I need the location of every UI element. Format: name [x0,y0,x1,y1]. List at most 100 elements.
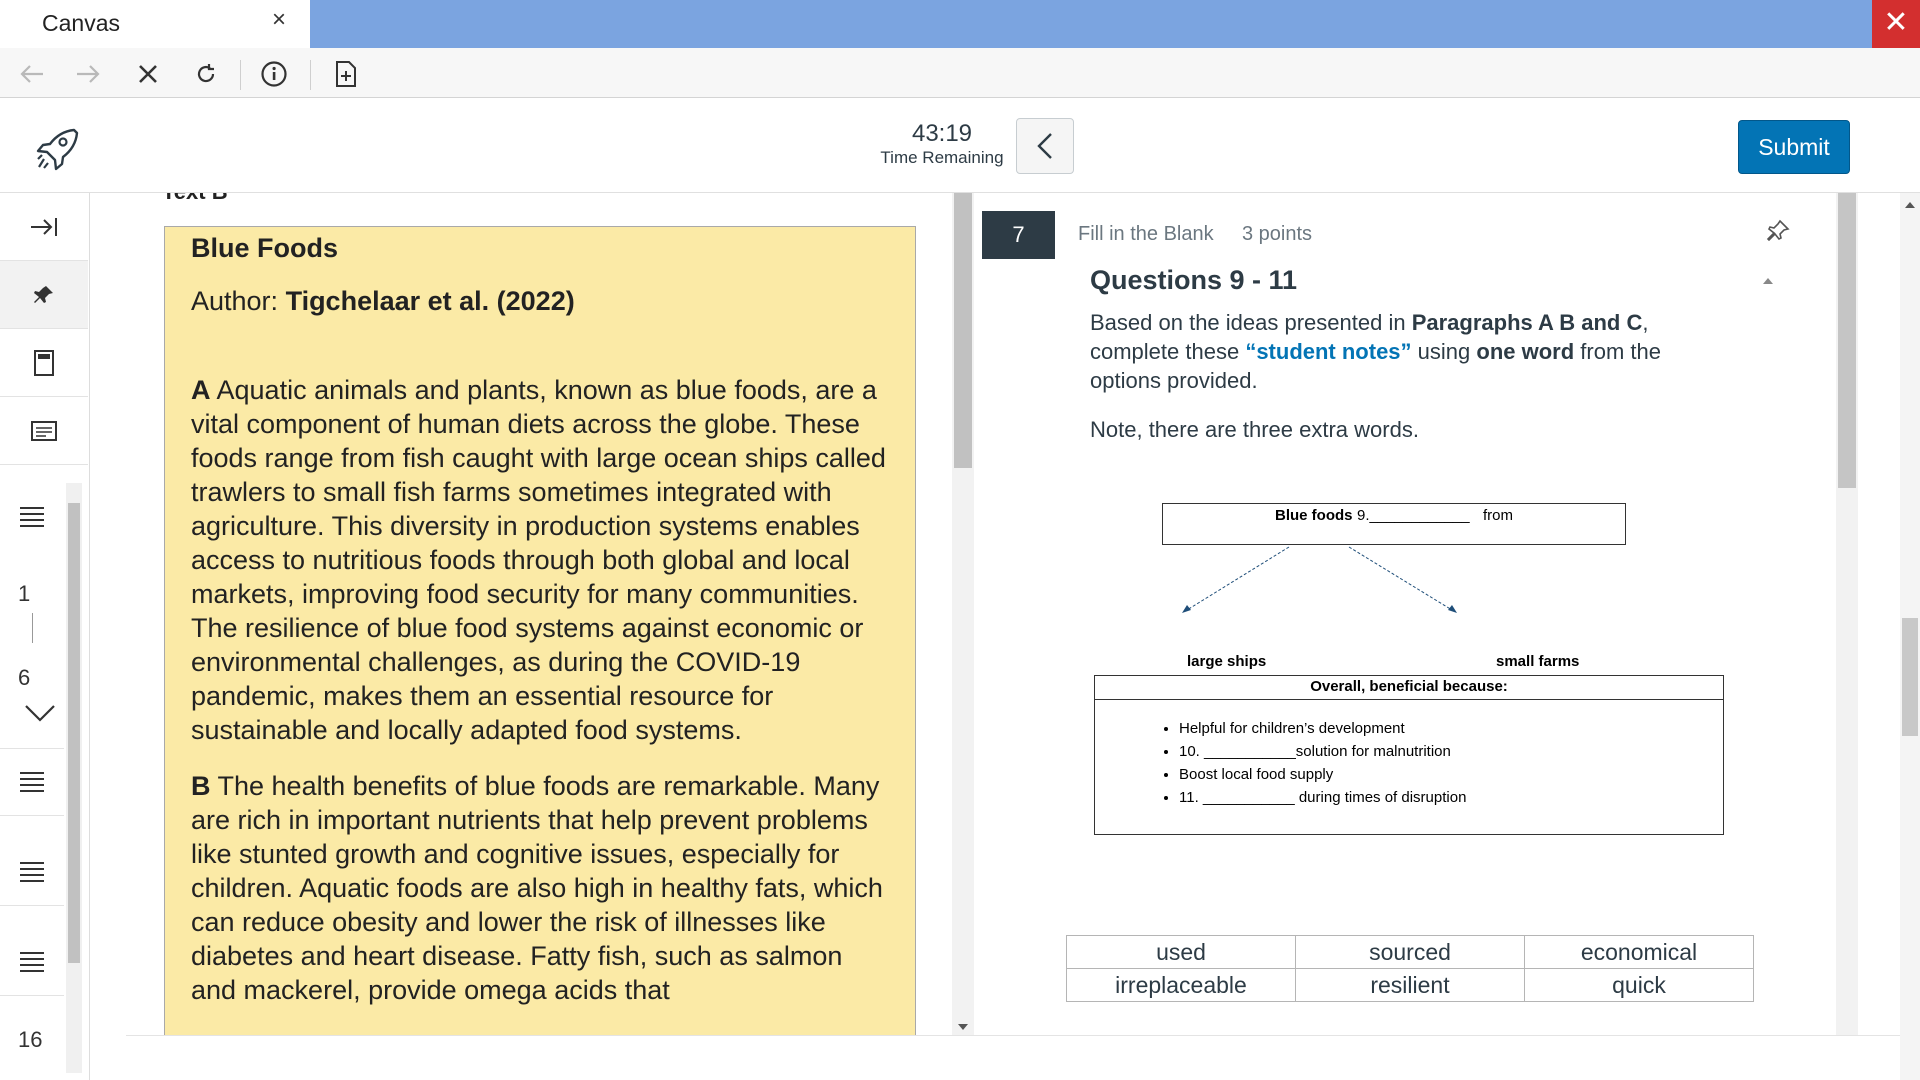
q-text-bold-1: Paragraphs A B and C [1411,310,1643,335]
notes-tool-button[interactable] [0,397,88,465]
window-close-button[interactable]: ✕ [1872,0,1920,48]
window-title-bar: Canvas × ✕ [0,0,1920,48]
diagram-bullet: Helpful for children’s development [1179,718,1723,741]
question-instructions: Based on the ideas presented in Paragrap… [1090,308,1730,395]
word-bank-cell: sourced [1295,935,1525,969]
timer-label: Time Remaining [880,148,1004,167]
question-body: Questions 9 - 11 Based on the ideas pres… [1090,265,1730,443]
diagram-bottom-box: Overall, beneficial because: Helpful for… [1094,675,1724,835]
reading-scrollbar[interactable] [952,193,974,1035]
rail-scrollbar-thumb[interactable] [68,503,80,963]
student-notes-diagram: Blue foods 9.____________ from large shi… [1094,503,1744,903]
forward-arrow-icon[interactable] [70,56,106,92]
reading-pane: Text B Blue Foods Author: Tigchelaar et … [126,193,976,1035]
text-view-button-2[interactable] [0,838,64,906]
page-scrollbar[interactable] [1900,193,1920,1080]
rail-page-end[interactable]: 6 [18,665,30,691]
back-arrow-icon[interactable] [14,56,50,92]
diagram-top-from: from [1483,507,1513,524]
expand-panel-button[interactable] [0,193,88,261]
paragraph-b-letter: B [191,771,211,801]
app-root: Canvas × ✕ 43:19 Time Remaining Submit 1… [0,0,1920,1080]
author-name: Tigchelaar et al. (2022) [285,286,575,316]
scroll-down-arrow-icon[interactable] [957,1023,969,1031]
notepad-icon [31,420,57,441]
word-bank-row: used sourced economical [1066,935,1754,969]
question-scrollbar-thumb[interactable] [1838,193,1856,488]
text-lines-icon [20,951,44,972]
paragraph-b-text: The health benefits of blue foods are re… [191,771,883,1005]
question-heading: Questions 9 - 11 [1090,265,1298,295]
section-label: Text B [162,193,228,205]
paragraph-a: A Aquatic animals and plants, known as b… [191,373,889,747]
info-icon[interactable] [256,56,292,92]
align-text-button[interactable] [0,483,64,551]
paragraph-a-letter: A [191,375,211,405]
timer-value: 43:19 [911,120,973,147]
flag-question-icon[interactable] [1766,219,1790,248]
toolbar-separator [240,60,241,90]
tool-rail: 1 6 16 [0,193,90,1080]
page-scrollbar-thumb[interactable] [1902,618,1918,736]
pin-tool-button[interactable] [0,261,88,329]
word-bank-table: used sourced economical irreplaceable re… [1066,935,1754,1002]
inner-scroll-up-arrow-icon[interactable] [1762,277,1774,285]
diagram-blank-9: 9.____________ [1357,507,1470,524]
reading-scrollbar-thumb[interactable] [954,193,972,468]
word-bank-cell: economical [1524,935,1754,969]
diagram-right-label: small farms [1496,653,1580,670]
tab-close-icon[interactable]: × [272,6,286,34]
scroll-up-arrow-icon[interactable] [1904,201,1916,209]
question-scrollbar[interactable] [1836,193,1858,1073]
bottom-strip [126,1035,1900,1080]
word-bank-cell: irreplaceable [1066,968,1296,1002]
diagram-bullet: Boost local food supply [1179,764,1723,787]
diagram-top-label: Blue foods [1275,507,1353,524]
paragraph-b: B The health benefits of blue foods are … [191,769,889,1007]
diagram-bullet-list: Helpful for children’s development 10. _… [1179,718,1723,810]
diagram-top-box: Blue foods 9.____________ from [1162,503,1626,545]
text-lines-icon [20,507,44,527]
diagram-left-label: large ships [1187,653,1267,670]
reload-icon[interactable] [188,56,224,92]
browser-tab[interactable]: Canvas × [0,0,310,48]
diagram-bullet-blank-10: 10. ___________solution for malnutrition [1179,741,1723,764]
q-text-3: using [1411,339,1477,364]
add-page-icon[interactable] [328,56,364,92]
diagram-bullet-blank-11: 11. ___________ during times of disrupti… [1179,787,1723,810]
q-text-blue: “student notes” [1245,339,1412,364]
chevron-down-icon[interactable] [24,703,56,728]
calculator-tool-button[interactable] [0,329,88,397]
text-view-button[interactable] [0,748,64,816]
rail-page-next[interactable]: 16 [18,1027,42,1053]
diagram-bottom-heading: Overall, beneficial because: [1095,676,1723,700]
word-bank-row: irreplaceable resilient quick [1066,968,1754,1002]
q-text-1: Based on the ideas presented in [1090,310,1412,335]
question-pane: 7 Fill in the Blank 3 points Questions 9… [982,193,1862,1073]
paragraph-a-text: Aquatic animals and plants, known as blu… [191,375,886,745]
rail-range-line [32,613,33,643]
quiz-header: 43:19 Time Remaining Submit [0,98,1920,193]
text-lines-icon [20,861,44,882]
text-lines-icon [20,772,44,792]
pin-icon [34,285,53,303]
stop-icon[interactable] [130,56,166,92]
diagram-arrows [1182,546,1457,613]
text-view-button-3[interactable] [0,928,64,996]
quiz-timer: 43:19 Time Remaining [872,120,1012,168]
rail-scrollbar[interactable] [66,483,82,1073]
browser-toolbar [0,48,1920,98]
submit-button[interactable]: Submit [1738,120,1850,174]
rail-page-start[interactable]: 1 [18,581,30,607]
passage-box: Blue Foods Author: Tigchelaar et al. (20… [164,226,916,1035]
rocket-icon [34,126,80,172]
word-bank-cell: quick [1524,968,1754,1002]
author-prefix: Author: [191,286,286,316]
word-bank-cell: resilient [1295,968,1525,1002]
passage-author: Author: Tigchelaar et al. (2022) [191,286,889,317]
question-note: Note, there are three extra words. [1090,417,1419,442]
collapse-timer-button[interactable] [1016,118,1074,174]
question-type: Fill in the Blank [1078,223,1214,245]
question-number-badge: 7 [982,211,1055,259]
question-points: 3 points [1242,223,1313,245]
